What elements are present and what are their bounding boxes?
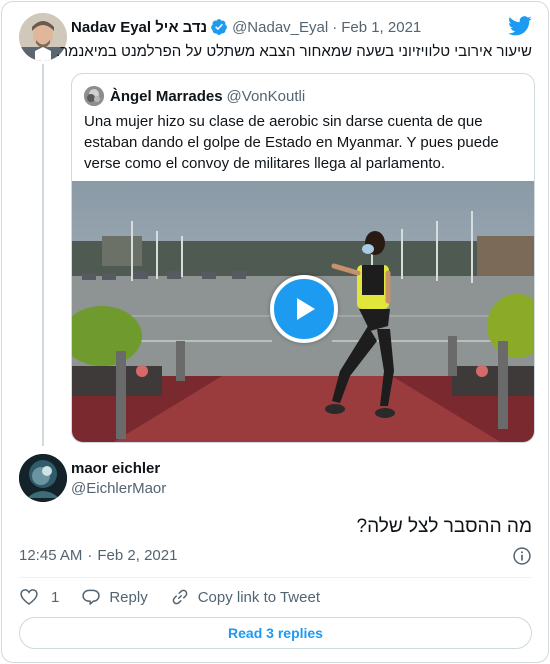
reply-timestamp[interactable]: 12:45 AM · Feb 2, 2021 [19, 547, 177, 564]
parent-tweet-header: Nadav Eyal נדב איל @Nadav_Eyal · Feb 1, … [71, 17, 421, 37]
parent-handle[interactable]: @Nadav_Eyal [232, 19, 328, 36]
thread-connector-line [42, 64, 44, 446]
parent-display-name[interactable]: Nadav Eyal נדב איל [71, 19, 207, 36]
link-icon [172, 589, 188, 605]
reply-avatar[interactable] [19, 454, 67, 502]
parent-date[interactable]: Feb 1, 2021 [341, 19, 421, 36]
play-icon [297, 298, 315, 320]
verified-badge-icon [211, 19, 227, 35]
reply-label: Reply [109, 588, 148, 606]
play-button[interactable] [270, 275, 338, 343]
reply-bubble-icon [82, 589, 101, 605]
quoted-handle: @VonKoutli [226, 87, 306, 105]
info-icon[interactable] [512, 546, 532, 566]
copy-link-label: Copy link to Tweet [197, 588, 320, 606]
quoted-tweet-header: Àngel Marrades @VonKoutli [84, 86, 305, 106]
tweet-actions: 1 Reply Copy link to Tweet [19, 586, 342, 608]
twitter-bird-icon[interactable] [508, 16, 532, 36]
quoted-tweet-text: Una mujer hizo su clase de aerobic sin d… [84, 113, 499, 172]
header-separator: · [332, 18, 338, 36]
quoted-display-name: Àngel Marrades [110, 87, 223, 105]
reply-date: Feb 2, 2021 [97, 547, 178, 564]
video-thumbnail[interactable] [72, 181, 534, 442]
like-count: 1 [51, 588, 60, 606]
reply-handle[interactable]: @EichlerMaor [71, 480, 166, 497]
tweet-embed-card: Nadav Eyal נדב איל @Nadav_Eyal · Feb 1, … [1, 1, 549, 663]
timestamp-separator: · [87, 547, 93, 564]
parent-tweet-text: שיעור אירובי טלוויזיוני בשעה שמאחור הצבא… [55, 43, 532, 60]
reply-time: 12:45 AM [19, 547, 83, 564]
reply-tweet-text: מה ההסבר לצל שלה? [356, 516, 532, 537]
copy-link-button[interactable]: Copy link to Tweet [170, 587, 320, 607]
heart-icon [20, 589, 38, 606]
reply-button[interactable]: Reply [81, 587, 148, 607]
read-replies-button[interactable]: Read 3 replies [19, 617, 532, 649]
reply-display-name[interactable]: maor eichler [71, 460, 160, 477]
divider [19, 577, 532, 578]
quoted-tweet[interactable]: Àngel Marrades @VonKoutli Una mujer hizo… [71, 73, 535, 443]
like-button[interactable]: 1 [19, 587, 59, 607]
quoted-avatar [84, 86, 104, 106]
